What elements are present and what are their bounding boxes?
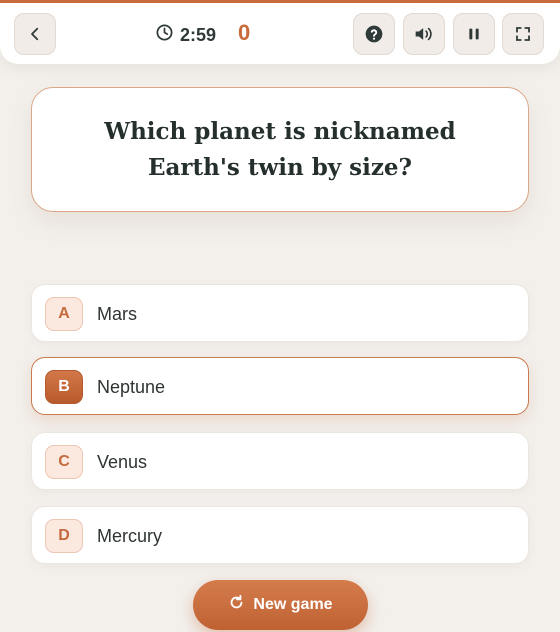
answer-label: Mars — [97, 304, 137, 324]
question-text: Which planet is nicknamed Earth's twin b… — [104, 117, 456, 181]
answer-option-c[interactable]: C Venus — [31, 432, 529, 490]
answer-letter: B — [45, 370, 83, 404]
refresh-icon — [228, 594, 245, 616]
answer-letter: C — [45, 445, 83, 479]
timer: 2:59 — [155, 24, 216, 46]
fullscreen-icon — [514, 25, 532, 43]
question-icon — [364, 24, 384, 44]
new-game-label: New game — [253, 596, 333, 613]
pause-button[interactable] — [453, 13, 495, 55]
answer-option-b[interactable]: B Neptune — [31, 357, 529, 415]
answer-letter: A — [45, 297, 83, 331]
chevron-left-icon — [26, 25, 44, 43]
sound-button[interactable] — [403, 13, 445, 55]
answer-option-a[interactable]: A Mars — [31, 284, 529, 342]
question-card: Which planet is nicknamed Earth's twin b… — [31, 87, 529, 212]
fullscreen-button[interactable] — [502, 13, 544, 55]
help-button[interactable] — [353, 13, 395, 55]
back-button[interactable] — [14, 13, 56, 55]
answer-letter: D — [45, 519, 83, 553]
top-bar: 2:59 0 — [0, 0, 560, 64]
answer-label: Mercury — [97, 526, 163, 546]
timer-value: 2:59 — [180, 24, 217, 45]
score-value: 0 — [238, 20, 251, 45]
answer-option-d[interactable]: D Mercury — [31, 506, 529, 564]
clock-icon — [155, 23, 174, 47]
answer-label: Neptune — [97, 377, 166, 397]
game-screen: 2:59 0 Which planet is nicknamed Earth's… — [0, 0, 560, 632]
pause-icon — [466, 26, 482, 42]
speaker-icon — [413, 24, 435, 44]
new-game-button[interactable]: New game — [193, 580, 368, 630]
answer-label: Venus — [97, 452, 148, 472]
